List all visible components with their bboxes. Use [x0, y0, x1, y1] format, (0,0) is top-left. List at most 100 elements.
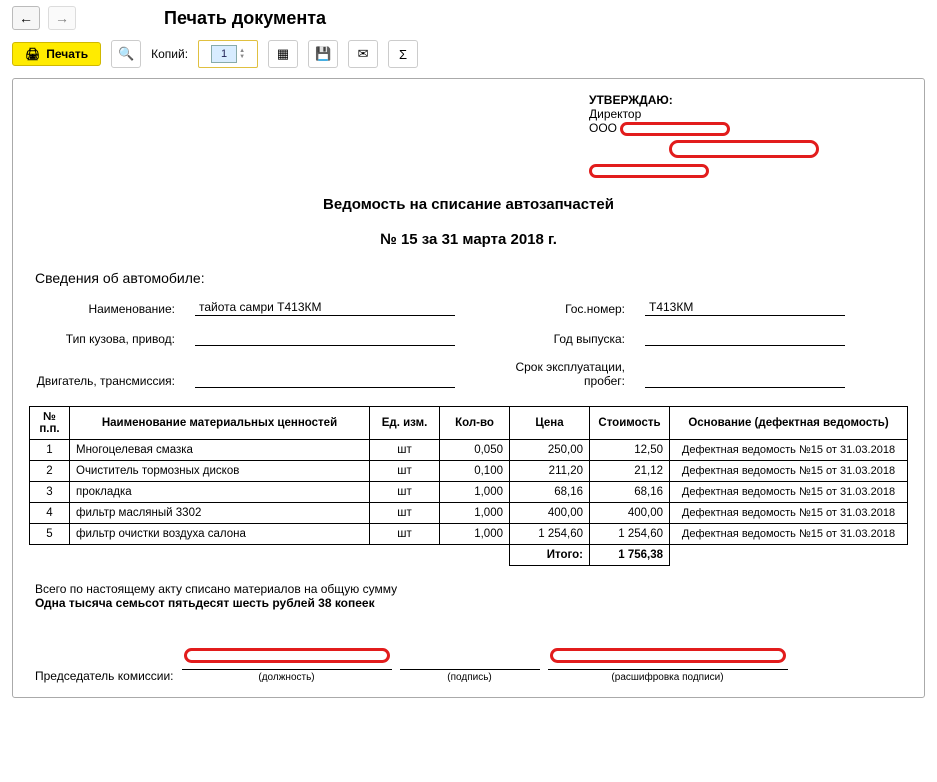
table-row: 4фильтр масляный 3302шт1,000400,00400,00…: [30, 502, 908, 523]
cell-name: Очиститель тормозных дисков: [70, 460, 370, 481]
cell-name: фильтр масляный 3302: [70, 502, 370, 523]
approval-line-2: ООО: [589, 121, 617, 135]
summary-line-2: Одна тысяча семьсот пятьдесят шесть рубл…: [35, 596, 902, 610]
body-value: [195, 330, 455, 346]
table-row: 3прокладкашт1,00068,1668,16Дефектная вед…: [30, 481, 908, 502]
engine-value: [195, 372, 455, 388]
year-value: [645, 330, 845, 346]
preview-button[interactable]: 🔍: [111, 40, 141, 68]
cell-num: 1: [30, 439, 70, 460]
name-value: тайота самри Т413КМ: [195, 300, 455, 316]
col-cost: Стоимость: [590, 406, 670, 439]
cell-basis: Дефектная ведомость №15 от 31.03.2018: [670, 502, 908, 523]
gosnomer-value: Т413КМ: [645, 300, 845, 316]
save-button[interactable]: 💾: [308, 40, 338, 68]
window-title: Печать документа: [164, 8, 326, 29]
magnifier-icon: 🔍: [118, 46, 134, 62]
cell-num: 4: [30, 502, 70, 523]
forward-button[interactable]: →: [48, 6, 76, 30]
back-button[interactable]: ←: [12, 6, 40, 30]
cell-basis: Дефектная ведомость №15 от 31.03.2018: [670, 523, 908, 544]
redaction: [620, 122, 730, 136]
name-label: Наименование:: [35, 302, 175, 316]
engine-label: Двигатель, трансмиссия:: [35, 374, 175, 388]
col-unit: Ед. изм.: [370, 406, 440, 439]
redaction: [184, 648, 390, 663]
redaction: [669, 140, 819, 158]
gosnomer-label: Гос.номер:: [475, 302, 625, 316]
year-label: Год выпуска:: [475, 332, 625, 346]
cell-qty: 1,000: [440, 502, 510, 523]
cell-basis: Дефектная ведомость №15 от 31.03.2018: [670, 439, 908, 460]
cell-unit: шт: [370, 481, 440, 502]
redaction: [550, 648, 786, 663]
table-row: 1Многоцелевая смазкашт0,050250,0012,50Де…: [30, 439, 908, 460]
vehicle-section-title: Сведения об автомобиле:: [35, 270, 908, 286]
decipher-line: [548, 648, 788, 670]
cell-name: Многоцелевая смазка: [70, 439, 370, 460]
cell-unit: шт: [370, 439, 440, 460]
floppy-icon: 💾: [315, 46, 331, 62]
items-table: № п.п. Наименование материальных ценност…: [29, 406, 908, 566]
doc-heading-2: № 15 за 31 марта 2018 г.: [29, 231, 908, 248]
cell-price: 400,00: [510, 502, 590, 523]
signature-line: [400, 648, 540, 670]
col-basis: Основание (дефектная ведомость): [670, 406, 908, 439]
approval-title: УТВЕРЖДАЮ:: [589, 93, 908, 107]
printer-icon: 🖨: [25, 47, 40, 61]
cell-cost: 21,12: [590, 460, 670, 481]
print-button[interactable]: 🖨 Печать: [12, 42, 101, 66]
cell-price: 211,20: [510, 460, 590, 481]
cell-unit: шт: [370, 523, 440, 544]
copies-input[interactable]: [211, 45, 237, 63]
cell-num: 5: [30, 523, 70, 544]
cell-cost: 400,00: [590, 502, 670, 523]
totals-label: Итого:: [510, 544, 590, 565]
table-row: 2Очиститель тормозных дисковшт0,100211,2…: [30, 460, 908, 481]
cell-num: 2: [30, 460, 70, 481]
totals-row: Итого: 1 756,38: [30, 544, 908, 565]
copies-label: Копий:: [151, 47, 188, 61]
cell-qty: 0,050: [440, 439, 510, 460]
cell-basis: Дефектная ведомость №15 от 31.03.2018: [670, 460, 908, 481]
cell-qty: 1,000: [440, 481, 510, 502]
cell-unit: шт: [370, 502, 440, 523]
approval-line-1: Директор: [589, 107, 908, 121]
position-line: [182, 648, 392, 670]
sigma-icon: Σ: [399, 47, 407, 62]
mileage-label: Срок эксплуатации, пробег:: [475, 360, 625, 388]
cell-num: 3: [30, 481, 70, 502]
mail-icon: ✉: [358, 46, 369, 62]
mileage-value: [645, 372, 845, 388]
position-caption: (должность): [182, 672, 392, 683]
approval-block: УТВЕРЖДАЮ: Директор ООО: [589, 93, 908, 178]
cell-name: прокладка: [70, 481, 370, 502]
copies-stepper[interactable]: ▲▼: [198, 40, 258, 68]
cell-cost: 12,50: [590, 439, 670, 460]
cell-name: фильтр очистки воздуха салона: [70, 523, 370, 544]
table-row: 5фильтр очистки воздуха салонашт1,0001 2…: [30, 523, 908, 544]
sum-button[interactable]: Σ: [388, 40, 418, 68]
cell-qty: 0,100: [440, 460, 510, 481]
cell-cost: 68,16: [590, 481, 670, 502]
body-label: Тип кузова, привод:: [35, 332, 175, 346]
cell-cost: 1 254,60: [590, 523, 670, 544]
totals-value: 1 756,38: [590, 544, 670, 565]
col-price: Цена: [510, 406, 590, 439]
print-label: Печать: [46, 47, 88, 61]
decipher-caption: (расшифровка подписи): [548, 672, 788, 683]
spin-down-icon[interactable]: ▼: [239, 54, 245, 60]
cell-price: 250,00: [510, 439, 590, 460]
document-area: УТВЕРЖДАЮ: Директор ООО Ведомость на спи…: [12, 78, 925, 698]
chairman-label: Председатель комиссии:: [35, 669, 174, 683]
summary-line-1: Всего по настоящему акту списано материа…: [35, 582, 902, 596]
col-name: Наименование материальных ценностей: [70, 406, 370, 439]
cell-price: 1 254,60: [510, 523, 590, 544]
col-num: № п.п.: [30, 406, 70, 439]
cell-price: 68,16: [510, 481, 590, 502]
cell-basis: Дефектная ведомость №15 от 31.03.2018: [670, 481, 908, 502]
table-edit-button[interactable]: ▦: [268, 40, 298, 68]
table-icon: ▦: [277, 46, 289, 62]
table-header: № п.п. Наименование материальных ценност…: [30, 406, 908, 439]
email-button[interactable]: ✉: [348, 40, 378, 68]
